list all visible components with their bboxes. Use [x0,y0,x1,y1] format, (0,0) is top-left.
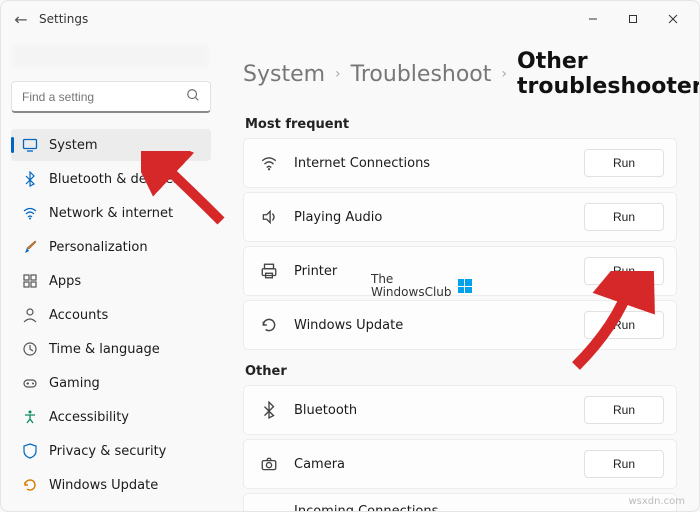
sidebar-item-accounts[interactable]: Accounts [11,299,211,331]
sidebar-item-label: Time & language [49,342,160,357]
close-button[interactable] [653,5,693,33]
camera-icon [258,453,280,475]
troubleshooter-title: Internet Connections [294,156,570,171]
sidebar-item-label: Gaming [49,376,100,391]
section-most-frequent: Most frequent [245,117,677,132]
troubleshooter-playing-audio: Playing Audio Run [243,192,677,242]
run-button[interactable]: Run [584,149,664,177]
maximize-button[interactable] [613,5,653,33]
troubleshooter-windows-update: Windows Update Run [243,300,677,350]
titlebar: ← Settings [1,1,699,37]
sidebar-item-label: Windows Update [49,478,158,493]
troubleshooter-title: Playing Audio [294,210,570,225]
troubleshooter-title: Camera [294,457,570,472]
search-icon [186,88,200,105]
sidebar-item-label: Personalization [49,240,148,255]
sidebar-item-time-language[interactable]: Time & language [11,333,211,365]
section-other: Other [245,364,677,379]
bluetooth-icon [258,399,280,421]
sidebar-item-windows-update[interactable]: Windows Update [11,469,211,501]
other-list: Bluetooth Run Camera Run Incoming Connec… [243,385,677,511]
speaker-icon [258,206,280,228]
back-button[interactable]: ← [7,10,35,29]
troubleshooter-bluetooth: Bluetooth Run [243,385,677,435]
paintbrush-icon [21,238,39,256]
run-button[interactable]: Run [584,311,664,339]
troubleshooter-incoming-connections: Incoming Connections Find and fix proble… [243,493,677,511]
gaming-icon [21,374,39,392]
breadcrumb-system[interactable]: System [243,62,325,87]
sidebar-item-personalization[interactable]: Personalization [11,231,211,263]
troubleshooter-title: Bluetooth [294,403,570,418]
search-field[interactable] [22,90,186,104]
run-button[interactable]: Run [584,203,664,231]
sidebar-item-label: Apps [49,274,81,289]
sidebar-item-label: Bluetooth & devices [49,172,180,187]
sidebar-item-gaming[interactable]: Gaming [11,367,211,399]
sidebar-item-network[interactable]: Network & internet [11,197,211,229]
troubleshooter-title: Windows Update [294,318,570,333]
chevron-right-icon: › [501,66,507,82]
sidebar: System Bluetooth & devices Network & int… [1,37,221,511]
breadcrumb-current: Other troubleshooters [517,49,699,99]
run-button[interactable]: Run [584,257,664,285]
image-credit: wsxdn.com [628,496,685,507]
sidebar-item-privacy-security[interactable]: Privacy & security [11,435,211,467]
update-icon [21,476,39,494]
minimize-button[interactable] [573,5,613,33]
troubleshooter-title: Incoming Connections [294,504,570,511]
breadcrumb: System › Troubleshoot › Other troublesho… [243,49,677,99]
sidebar-item-label: Accounts [49,308,108,323]
frequent-list: Internet Connections Run Playing Audio R… [243,138,677,350]
window-title: Settings [35,12,88,26]
sidebar-item-bluetooth-devices[interactable]: Bluetooth & devices [11,163,211,195]
wifi-icon [258,152,280,174]
sidebar-item-label: Accessibility [49,410,129,425]
run-button[interactable]: Run [584,396,664,424]
nav-list: System Bluetooth & devices Network & int… [11,129,211,501]
apps-icon [21,272,39,290]
sidebar-item-system[interactable]: System [11,129,211,161]
bluetooth-icon [21,170,39,188]
accessibility-icon [21,408,39,426]
search-input[interactable] [11,81,211,113]
breadcrumb-troubleshoot[interactable]: Troubleshoot [351,62,492,87]
person-icon [21,306,39,324]
update-icon [258,314,280,336]
troubleshooter-camera: Camera Run [243,439,677,489]
chevron-right-icon: › [335,66,341,82]
sidebar-item-label: System [49,138,97,153]
windows-logo-icon [458,279,472,293]
account-profile-card[interactable] [13,45,209,67]
clock-globe-icon [21,340,39,358]
wifi-icon [21,204,39,222]
sidebar-item-label: Privacy & security [49,444,166,459]
printer-icon [258,260,280,282]
sidebar-item-apps[interactable]: Apps [11,265,211,297]
watermark-line2: WindowsClub [371,286,452,299]
system-icon [21,136,39,154]
watermark-thewindowsclub: The WindowsClub [371,273,472,299]
sidebar-item-label: Network & internet [49,206,173,221]
troubleshooter-internet-connections: Internet Connections Run [243,138,677,188]
run-button[interactable]: Run [584,450,664,478]
shield-icon [21,442,39,460]
sidebar-item-accessibility[interactable]: Accessibility [11,401,211,433]
